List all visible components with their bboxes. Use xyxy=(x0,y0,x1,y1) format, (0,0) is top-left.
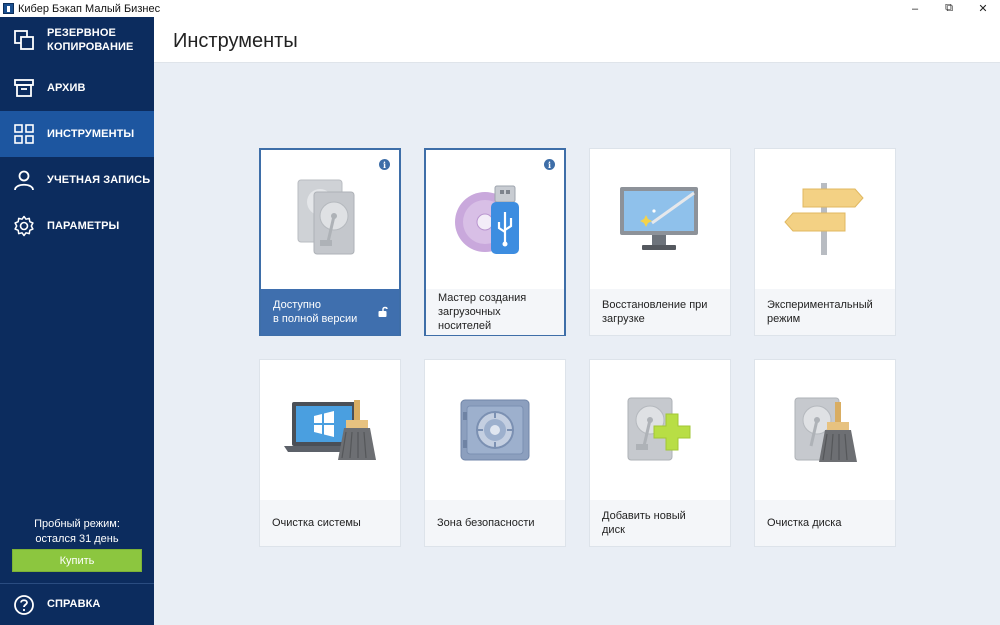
hdd-broom-icon xyxy=(794,397,857,462)
unlock-icon xyxy=(378,306,388,317)
signpost-icon xyxy=(784,183,864,255)
sidebar-item-label: РЕЗЕРВНОЕ КОПИРОВАНИЕ xyxy=(47,27,134,53)
trial-label: Пробный режим: xyxy=(34,518,120,530)
tile-label: в полной версии xyxy=(273,313,358,325)
help-icon xyxy=(14,595,34,615)
tile-bootable-media[interactable]: i Мастер создания загрузочных носителей xyxy=(424,148,566,336)
sidebar: РЕЗЕРВНОЕ КОПИРОВАНИЕ АРХИВ ИНСТРУМЕНТЫ … xyxy=(0,17,154,625)
sidebar-item-label: ПАРАМЕТРЫ xyxy=(47,220,120,232)
tile-label: Доступно xyxy=(273,299,322,311)
account-icon xyxy=(14,170,34,191)
sidebar-item-backup[interactable]: РЕЗЕРВНОЕ КОПИРОВАНИЕ xyxy=(0,17,154,63)
sidebar-item-label: ИНСТРУМЕНТЫ xyxy=(47,128,135,140)
sidebar-item-settings[interactable]: ПАРАМЕТРЫ xyxy=(0,203,154,249)
trial-days-left: остался 31 день xyxy=(35,533,119,545)
usb-disc-icon xyxy=(455,185,519,254)
sidebar-item-tools[interactable]: ИНСТРУМЕНТЫ xyxy=(0,111,154,157)
maximize-button[interactable]: ⧉ xyxy=(932,0,966,17)
tile-label: Добавить новый диск xyxy=(602,510,686,536)
info-icon[interactable]: i xyxy=(379,159,390,170)
tile-full-version[interactable]: i Доступно в полной версии xyxy=(259,148,401,336)
tile-label: Восстановление при xyxy=(602,299,708,311)
info-icon[interactable]: i xyxy=(544,159,555,170)
tile-label: Экспериментальный xyxy=(767,299,873,311)
tile-disk-cleanup[interactable]: Очистка диска xyxy=(754,359,896,547)
tile-label: загрузочных носителей xyxy=(438,306,501,332)
tools-icon xyxy=(14,124,34,144)
sidebar-item-label: АРХИВ xyxy=(47,82,86,94)
backup-icon xyxy=(14,30,34,50)
tile-startup-recovery[interactable]: Восстановление при загрузке xyxy=(589,148,731,336)
tile-label: Зона безопасности xyxy=(437,517,535,529)
sidebar-item-account[interactable]: УЧЕТНАЯ ЗАПИСЬ xyxy=(0,157,154,203)
sidebar-item-archive[interactable]: АРХИВ xyxy=(0,65,154,111)
tile-experimental-mode[interactable]: Экспериментальный режим xyxy=(754,148,896,336)
tile-secure-zone[interactable]: Зона безопасности xyxy=(424,359,566,547)
monitor-wand-icon xyxy=(620,187,698,250)
two-hdd-icon xyxy=(297,179,355,255)
archive-icon xyxy=(14,79,34,97)
page-header: Инструменты xyxy=(154,17,1000,63)
safe-icon xyxy=(460,399,530,461)
app-icon xyxy=(3,3,14,14)
buy-button[interactable]: Купить xyxy=(12,549,142,572)
sidebar-item-help[interactable]: СПРАВКА xyxy=(0,584,154,625)
title-bar: Кибер Бэкап Малый Бизнес – ⧉ ✕ xyxy=(0,0,1000,17)
hdd-plus-icon xyxy=(627,397,691,461)
laptop-broom-icon xyxy=(284,400,376,460)
tile-add-new-disk[interactable]: Добавить новый диск xyxy=(589,359,731,547)
tile-label: Очистка диска xyxy=(767,517,842,529)
window-title: Кибер Бэкап Малый Бизнес xyxy=(18,2,161,15)
minimize-button[interactable]: – xyxy=(898,0,932,17)
close-button[interactable]: ✕ xyxy=(966,0,1000,17)
tile-label: Мастер создания xyxy=(438,292,527,304)
tile-system-cleanup[interactable]: Очистка системы xyxy=(259,359,401,547)
page-title: Инструменты xyxy=(173,30,298,52)
tile-label: Очистка системы xyxy=(272,517,361,529)
gear-icon xyxy=(14,215,34,237)
trial-status: Пробный режим: остался 31 день xyxy=(0,517,154,547)
sidebar-item-label: УЧЕТНАЯ ЗАПИСЬ xyxy=(47,174,151,186)
tile-label: загрузке xyxy=(602,313,645,325)
sidebar-item-label: СПРАВКА xyxy=(47,598,101,610)
tile-label: режим xyxy=(767,313,801,325)
